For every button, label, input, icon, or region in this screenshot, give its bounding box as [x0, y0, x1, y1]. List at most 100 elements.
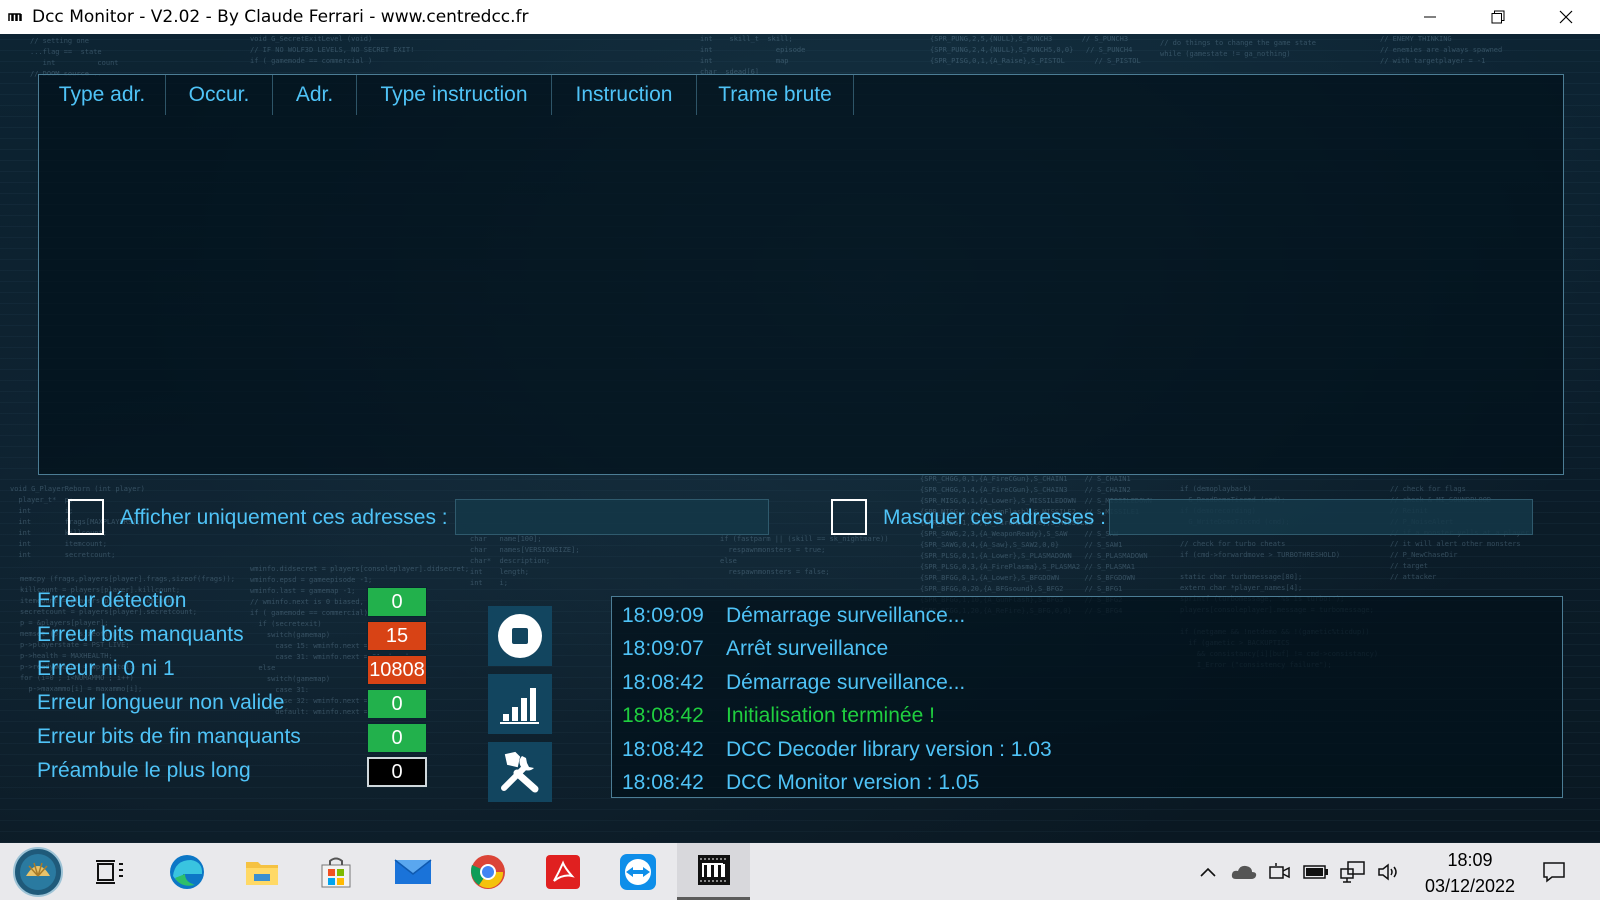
store-icon: [321, 857, 351, 887]
title-bar: Dcc Monitor - V2.02 - By Claude Ferrari …: [0, 0, 1600, 34]
show-only-addresses-input[interactable]: [455, 499, 769, 535]
meet-now-button[interactable]: [1265, 843, 1295, 900]
window-title: Dcc Monitor - V2.02 - By Claude Ferrari …: [32, 7, 529, 27]
camera-icon: [1269, 862, 1290, 879]
error-value-missing-bits: 15: [367, 621, 427, 651]
acrobat-icon: [546, 854, 580, 889]
background-code-texture: {SPR_PUNG,2,5,{NULL},S_PUNCH3 // S_PUNCH…: [930, 35, 1141, 65]
hide-addresses-label: Masquer ces adresses :: [883, 506, 1106, 529]
column-header-type-instruction[interactable]: Type instruction: [357, 75, 552, 115]
mail-button[interactable]: [383, 843, 443, 900]
error-label-missing-bits: Erreur bits manquants: [37, 623, 244, 646]
network-icon: [1340, 860, 1365, 883]
file-explorer-icon: [246, 861, 278, 885]
close-button[interactable]: [1532, 0, 1600, 34]
error-label-longest-preamble: Préambule le plus long: [37, 759, 251, 782]
stop-button[interactable]: [488, 606, 552, 666]
statistics-button[interactable]: [488, 674, 552, 734]
log-entry: 18:08:42 DCC Decoder library version : 1…: [622, 735, 1052, 765]
stop-icon: [498, 614, 542, 658]
window-controls: [1396, 0, 1600, 34]
log-time: 18:08:42: [622, 771, 704, 794]
error-value-invalid-length: 0: [367, 689, 427, 719]
log-entry: 18:09:09 Démarrage surveillance...: [622, 601, 965, 631]
column-header-occur[interactable]: Occur.: [166, 75, 273, 115]
minimize-icon: [1424, 16, 1436, 18]
table-header: Type adr. Occur. Adr. Type instruction I…: [39, 75, 854, 115]
log-time: 18:08:42: [622, 671, 704, 694]
taskbar-clock[interactable]: 18:09 03/12/2022: [1410, 847, 1530, 899]
show-hidden-icons-button[interactable]: [1193, 843, 1223, 900]
hide-addresses-checkbox[interactable]: [831, 499, 867, 535]
column-header-adr[interactable]: Adr.: [273, 75, 357, 115]
hide-addresses-input[interactable]: [1109, 499, 1533, 535]
error-label-neither-0-nor-1: Erreur ni 0 ni 1: [37, 657, 175, 680]
volume-button[interactable]: [1373, 843, 1405, 900]
background-code-texture: void G_SecretExitLevel (void) // IF NO W…: [250, 35, 415, 65]
close-icon: [1559, 10, 1573, 24]
task-view-button[interactable]: [80, 843, 140, 900]
log-time: 18:08:42: [622, 704, 704, 727]
taskbar: 18:09 03/12/2022: [0, 843, 1600, 900]
background-code-texture: int skill_t skill; int episode int map c…: [700, 35, 806, 76]
error-value-detection: 0: [367, 587, 427, 617]
background-code-texture: if (fastparm || (skill == sk_nightmare))…: [720, 535, 889, 576]
error-label-detection: Erreur détection: [37, 589, 187, 612]
frames-table[interactable]: Type adr. Occur. Adr. Type instruction I…: [38, 74, 1564, 475]
dcc-monitor-taskbar-button[interactable]: [677, 843, 750, 900]
log-message: Arrêt surveillance: [726, 637, 889, 660]
restore-button[interactable]: [1464, 0, 1532, 34]
mail-icon: [394, 858, 432, 884]
log-entry: 18:08:42 DCC Monitor version : 1.05: [622, 768, 979, 798]
battery-button[interactable]: [1300, 843, 1332, 900]
tools-icon: [501, 751, 539, 793]
speaker-icon: [1378, 862, 1397, 881]
log-message: DCC Decoder library version : 1.03: [726, 738, 1052, 761]
error-label-missing-end-bits: Erreur bits de fin manquants: [37, 725, 301, 748]
dcc-monitor-icon: [697, 855, 730, 885]
task-view-icon: [96, 859, 123, 884]
error-value-missing-end-bits: 0: [367, 723, 427, 753]
chrome-icon: [471, 854, 505, 889]
battery-icon: [1303, 864, 1328, 879]
log-entry-success: 18:08:42 Initialisation terminée !: [622, 701, 935, 731]
log-time: 18:08:42: [622, 738, 704, 761]
column-header-instruction[interactable]: Instruction: [552, 75, 697, 115]
log-message: Initialisation terminée !: [726, 704, 935, 727]
column-header-trame-brute[interactable]: Trame brute: [697, 75, 854, 115]
error-label-invalid-length: Erreur longueur non valide: [37, 691, 285, 714]
error-value-neither-0-nor-1: 10808: [367, 655, 427, 685]
log-entry: 18:09:07 Arrêt surveillance: [622, 634, 888, 664]
cloud-icon: [1231, 865, 1257, 879]
file-explorer-button[interactable]: [232, 843, 292, 900]
clock-date: 03/12/2022: [1424, 876, 1516, 896]
edge-button[interactable]: [157, 843, 217, 900]
minimize-button[interactable]: [1396, 0, 1464, 34]
log-entry: 18:08:42 Démarrage surveillance...: [622, 668, 965, 698]
background-code-texture: char name[100]; char names[VERSIONSIZE];…: [470, 535, 580, 587]
column-header-type-adr[interactable]: Type adr.: [39, 75, 166, 115]
log-time: 18:09:09: [622, 604, 704, 627]
app-area: // setting one ...flag == state int coun…: [0, 34, 1600, 843]
notification-icon: [1543, 861, 1565, 883]
log-message: DCC Monitor version : 1.05: [726, 771, 980, 794]
start-orb-icon: [13, 846, 63, 897]
restore-icon: [1491, 10, 1505, 24]
settings-button[interactable]: [488, 742, 552, 802]
dcc-chip-icon: [8, 10, 24, 24]
error-value-longest-preamble: 0: [367, 757, 427, 787]
show-only-addresses-label: Afficher uniquement ces adresses :: [120, 506, 448, 529]
network-button[interactable]: [1337, 843, 1369, 900]
show-only-addresses-checkbox[interactable]: [68, 499, 104, 535]
log-message: Démarrage surveillance...: [726, 671, 966, 694]
background-code-texture: // ENEMY THINKING // enemies are always …: [1380, 35, 1503, 65]
chrome-button[interactable]: [458, 843, 518, 900]
log-panel[interactable]: 18:09:09 Démarrage surveillance... 18:09…: [611, 596, 1563, 798]
acrobat-button[interactable]: [533, 843, 593, 900]
action-center-button[interactable]: [1534, 843, 1574, 900]
teamviewer-button[interactable]: [608, 843, 668, 900]
background-code-texture: // do things to change the game state wh…: [1160, 39, 1316, 58]
start-orb-button[interactable]: [8, 843, 68, 900]
store-button[interactable]: [306, 843, 366, 900]
onedrive-button[interactable]: [1228, 843, 1260, 900]
